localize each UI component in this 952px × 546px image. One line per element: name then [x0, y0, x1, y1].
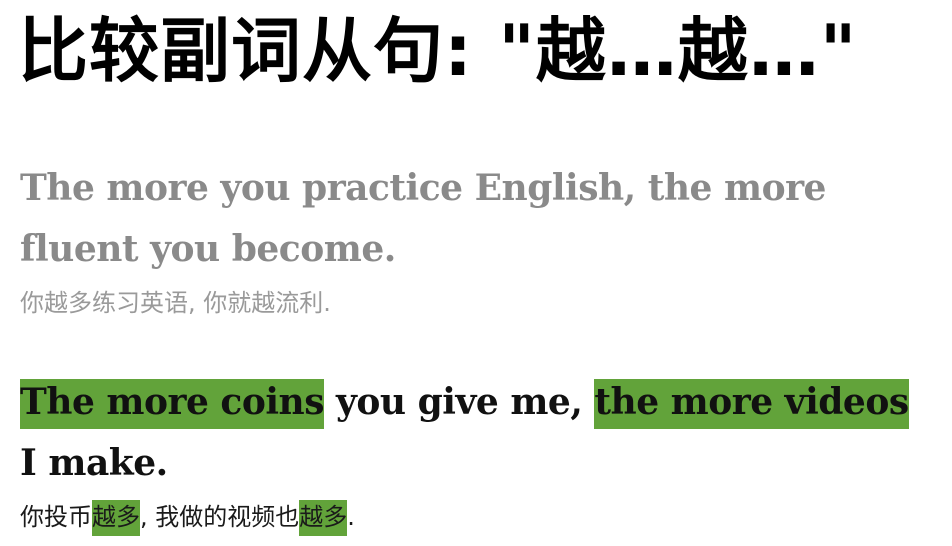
zh-part-2: , 我做的视频也	[140, 503, 300, 531]
page-title: 比较副词从句: "越…越…"	[18, 10, 858, 92]
example1-english-line2: fluent you become.	[20, 228, 396, 270]
zh-highlight-1: 越多	[92, 500, 140, 536]
highlight-the-more-videos: the more videos	[594, 379, 909, 429]
zh-highlight-2: 越多	[299, 500, 348, 536]
example2-middle-text: you give me,	[323, 381, 595, 423]
zh-end: .	[347, 503, 355, 531]
example1-english-line1: The more you practice English, the more	[20, 167, 826, 209]
example2-english-line1: The more coins you give me, the more vid…	[20, 372, 909, 432]
example2-english-line2: I make.	[20, 442, 168, 484]
highlight-the-more-coins: The more coins	[20, 379, 324, 429]
zh-part-1: 你投币	[20, 503, 92, 531]
example2-chinese-translation: 你投币越多, 我做的视频也越多.	[20, 500, 355, 536]
example1-chinese-translation: 你越多练习英语, 你就越流利.	[20, 289, 331, 317]
